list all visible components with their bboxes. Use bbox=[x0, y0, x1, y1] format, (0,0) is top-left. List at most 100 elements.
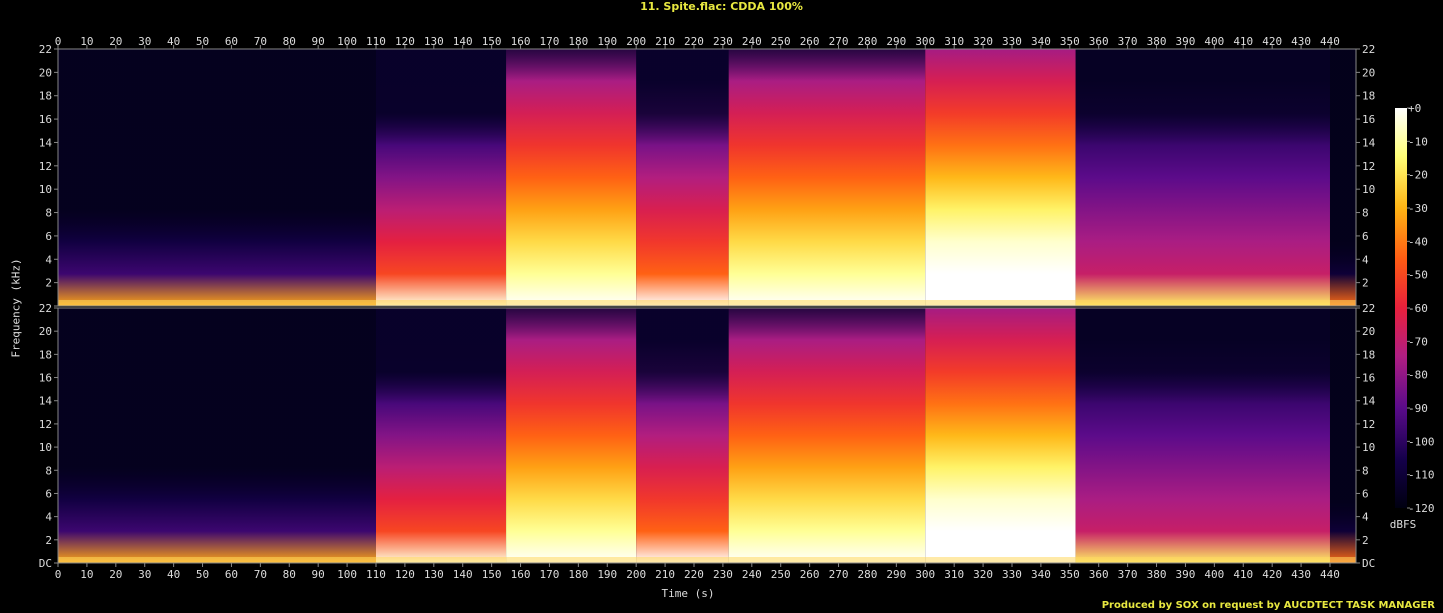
y-tick-label: 8 bbox=[45, 464, 52, 477]
x-tick-label: 200 bbox=[626, 568, 646, 581]
x-tick-label: 250 bbox=[771, 568, 791, 581]
x-tick-label: 220 bbox=[684, 35, 704, 48]
low-frequency-band bbox=[58, 300, 1356, 306]
colorbar-tick-label: -50 bbox=[1408, 269, 1428, 282]
section-band bbox=[925, 49, 1076, 306]
section-band bbox=[58, 308, 376, 563]
x-tick-label: 420 bbox=[1262, 35, 1282, 48]
y-tick-label: 20 bbox=[1362, 325, 1375, 338]
x-tick-label: 170 bbox=[540, 568, 560, 581]
colorbar-ticks: +0 -10 -20 -30 -40 -50 -60 -70 -80 -90 -100 -110 -12… bbox=[1407, 102, 1435, 515]
x-tick-label: 400 bbox=[1204, 35, 1224, 48]
y-tick-label: 14 bbox=[1362, 136, 1376, 149]
section-band bbox=[506, 49, 637, 306]
y-tick-label: 8 bbox=[45, 207, 52, 220]
colorbar-label: dBFS bbox=[1389, 518, 1417, 531]
y-tick-label: 2 bbox=[45, 277, 52, 290]
colorbar-tick-label: -110 bbox=[1408, 469, 1435, 482]
x-tick-label: 330 bbox=[1002, 35, 1022, 48]
x-tick-label: 220 bbox=[684, 568, 704, 581]
y-tick-label: 4 bbox=[45, 511, 52, 524]
x-tick-label: 260 bbox=[800, 35, 820, 48]
section-band bbox=[1329, 308, 1356, 563]
y-tick-label: 16 bbox=[1362, 372, 1375, 385]
y-tick-label: 6 bbox=[1362, 487, 1369, 500]
section-band bbox=[728, 308, 926, 563]
y-tick-label: 10 bbox=[39, 441, 52, 454]
x-tick-label: 80 bbox=[283, 568, 296, 581]
y-tick-label: 12 bbox=[1362, 160, 1375, 173]
colorbar-tick-label: -30 bbox=[1408, 202, 1428, 215]
x-tick-label: 70 bbox=[254, 35, 267, 48]
colorbar-tick-label: +0 bbox=[1408, 102, 1421, 115]
y-tick-label: 14 bbox=[1362, 395, 1376, 408]
x-tick-label: 50 bbox=[196, 568, 209, 581]
x-tick-label: 0 bbox=[55, 568, 62, 581]
y-tick-label: DC bbox=[39, 557, 52, 570]
x-tick-label: 20 bbox=[109, 568, 122, 581]
y-tick-label: DC bbox=[1362, 557, 1375, 570]
section-band bbox=[375, 49, 507, 306]
spectrogram-plots bbox=[57, 48, 1357, 564]
x-tick-label: 320 bbox=[973, 35, 993, 48]
x-tick-label: 350 bbox=[1060, 35, 1080, 48]
y-tick-label: 14 bbox=[39, 136, 53, 149]
x-axis-label: Time (s) bbox=[661, 587, 715, 600]
x-tick-label: 210 bbox=[655, 568, 675, 581]
section-band bbox=[1329, 49, 1356, 306]
spectrogram-chart: 2 24 46 68 810 1012 1214 1416 1618 1820 2022 22DC DC… bbox=[39, 35, 1435, 581]
x-tick-label: 130 bbox=[424, 35, 444, 48]
x-tick-label: 40 bbox=[167, 568, 180, 581]
section-band bbox=[728, 49, 926, 306]
y-tick-label: 12 bbox=[39, 160, 52, 173]
x-tick-label: 170 bbox=[540, 35, 560, 48]
x-tick-label: 90 bbox=[312, 568, 325, 581]
y-tick-label: 6 bbox=[45, 487, 52, 500]
y-tick-label: 6 bbox=[1362, 230, 1369, 243]
section-band bbox=[925, 308, 1076, 563]
x-tick-label: 160 bbox=[511, 568, 531, 581]
y-tick-label: 4 bbox=[1362, 253, 1369, 266]
x-tick-label: 210 bbox=[655, 35, 675, 48]
y-tick-label: 18 bbox=[1362, 90, 1375, 103]
colorbar-tick-label: -120 bbox=[1408, 502, 1435, 515]
y-tick-label: 14 bbox=[39, 395, 53, 408]
x-tick-label: 110 bbox=[366, 35, 386, 48]
colorbar-tick-label: -100 bbox=[1408, 435, 1435, 448]
low-frequency-band bbox=[58, 557, 1356, 563]
x-tick-label: 20 bbox=[109, 35, 122, 48]
x-tick-label: 320 bbox=[973, 568, 993, 581]
y-tick-label: 20 bbox=[39, 66, 52, 79]
x-tick-label: 100 bbox=[337, 35, 357, 48]
x-tick-label: 340 bbox=[1031, 568, 1051, 581]
x-tick-label: 410 bbox=[1233, 568, 1253, 581]
x-tick-label: 390 bbox=[1176, 568, 1196, 581]
x-tick-label: 310 bbox=[944, 35, 964, 48]
x-tick-label: 30 bbox=[138, 35, 151, 48]
x-tick-label: 290 bbox=[886, 568, 906, 581]
x-tick-label: 280 bbox=[858, 568, 878, 581]
section-band bbox=[506, 308, 637, 563]
x-tick-label: 50 bbox=[196, 35, 209, 48]
x-tick-label: 390 bbox=[1176, 35, 1196, 48]
x-tick-label: 330 bbox=[1002, 568, 1022, 581]
y-tick-label: 2 bbox=[1362, 534, 1369, 547]
channel-1-spectrogram bbox=[57, 48, 1357, 307]
x-tick-label: 280 bbox=[858, 35, 878, 48]
x-tick-label: 310 bbox=[944, 568, 964, 581]
y-tick-label: 10 bbox=[1362, 183, 1375, 196]
section-band bbox=[58, 49, 376, 306]
y-tick-label: 22 bbox=[1362, 302, 1375, 315]
x-tick-label: 370 bbox=[1118, 568, 1138, 581]
x-tick-label: 120 bbox=[395, 35, 415, 48]
section-band bbox=[636, 308, 729, 563]
x-tick-label: 240 bbox=[742, 568, 762, 581]
x-tick-label: 290 bbox=[886, 35, 906, 48]
y-tick-label: 18 bbox=[1362, 348, 1375, 361]
x-tick-label: 410 bbox=[1233, 35, 1253, 48]
chart-title: 11. Spite.flac: CDDA 100% bbox=[640, 0, 803, 13]
x-tick-label: 60 bbox=[225, 568, 238, 581]
x-tick-label: 230 bbox=[713, 35, 733, 48]
section-band bbox=[636, 49, 729, 306]
x-tick-label: 140 bbox=[453, 35, 473, 48]
